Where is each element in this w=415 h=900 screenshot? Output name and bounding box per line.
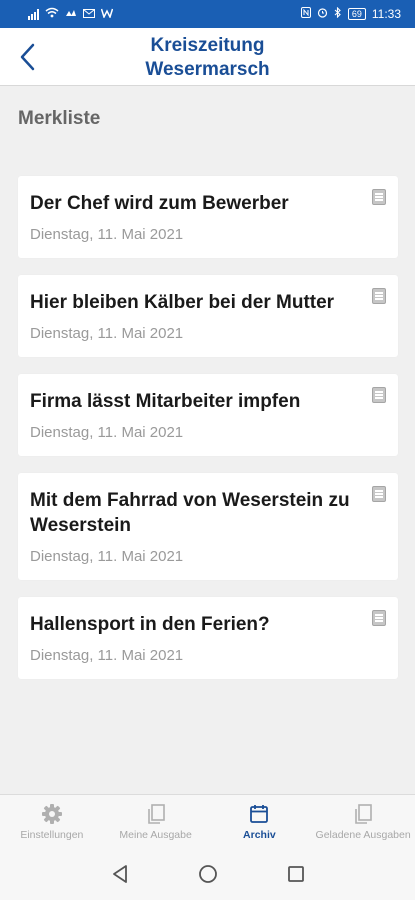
bluetooth-icon — [334, 6, 342, 21]
nav-meine-ausgabe[interactable]: Meine Ausgabe — [104, 795, 208, 848]
article-card[interactable]: Mit dem Fahrrad von Weserstein zu Wesers… — [18, 473, 398, 580]
battery-indicator: 69 — [347, 8, 366, 20]
bookmark-icon[interactable] — [372, 288, 386, 304]
article-title: Hallensport in den Ferien? — [30, 614, 270, 635]
wifi-icon — [45, 7, 59, 21]
article-card[interactable]: Firma lässt Mitarbeiter impfen Dienstag,… — [18, 374, 398, 456]
chevron-left-icon — [20, 43, 35, 71]
nav-label: Geladene Ausgaben — [315, 829, 411, 841]
bookmark-icon[interactable] — [372, 486, 386, 502]
mail-icon — [83, 7, 95, 21]
article-date: Dienstag, 11. Mai 2021 — [30, 325, 184, 342]
square-recents-icon — [287, 866, 304, 882]
section-title: Merkliste — [18, 108, 101, 129]
pages-icon — [352, 803, 374, 825]
nfc-icon — [300, 7, 311, 21]
nav-label: Meine Ausgabe — [119, 829, 192, 841]
nav-einstellungen[interactable]: Einstellungen — [0, 795, 104, 848]
calendar-icon — [248, 803, 270, 825]
gear-icon — [41, 803, 63, 825]
bookmark-icon[interactable] — [372, 189, 386, 205]
title-line-2: Wesermarsch — [145, 59, 270, 80]
article-title: Der Chef wird zum Bewerber — [30, 193, 289, 214]
system-recents-button[interactable] — [284, 862, 308, 886]
signal-icon — [28, 8, 39, 20]
article-date: Dienstag, 11. Mai 2021 — [30, 548, 184, 565]
back-button[interactable] — [10, 40, 44, 74]
w-app-icon — [100, 7, 114, 21]
nav-geladene-ausgaben[interactable]: Geladene Ausgaben — [311, 795, 415, 848]
article-title: Mit dem Fahrrad von Weserstein zu Wesers… — [30, 490, 350, 536]
triangle-back-icon — [112, 865, 127, 883]
bottom-navigation: Einstellungen Meine Ausgabe Archiv Gelad… — [0, 794, 415, 848]
app-header: Kreiszeitung Wesermarsch — [0, 28, 415, 86]
pages-icon — [145, 803, 167, 825]
system-home-button[interactable] — [196, 862, 220, 886]
status-time: 11:33 — [371, 7, 401, 21]
title-line-1: Kreiszeitung — [150, 35, 265, 56]
article-card[interactable]: Hier bleiben Kälber bei der Mutter Diens… — [18, 275, 398, 357]
article-title: Hier bleiben Kälber bei der Mutter — [30, 292, 335, 313]
article-card[interactable]: Der Chef wird zum Bewerber Dienstag, 11.… — [18, 176, 398, 258]
bookmark-list: Der Chef wird zum Bewerber Dienstag, 11.… — [18, 176, 398, 696]
nav-label: Archiv — [243, 829, 276, 841]
status-bar: 69 11:33 — [0, 0, 415, 28]
system-navigation — [0, 848, 415, 900]
article-title: Firma lässt Mitarbeiter impfen — [30, 391, 301, 412]
main-content: Merkliste Der Chef wird zum Bewerber Die… — [0, 86, 415, 794]
article-date: Dienstag, 11. Mai 2021 — [30, 424, 184, 441]
article-date: Dienstag, 11. Mai 2021 — [30, 226, 184, 243]
circle-home-icon — [198, 865, 217, 883]
page-title: Kreiszeitung Wesermarsch — [60, 34, 355, 82]
nav-label: Einstellungen — [20, 829, 84, 841]
bookmark-icon[interactable] — [372, 387, 386, 403]
alarm-icon — [317, 7, 328, 21]
article-card[interactable]: Hallensport in den Ferien? Dienstag, 11.… — [18, 597, 398, 679]
system-back-button[interactable] — [108, 862, 132, 886]
nav-archiv[interactable]: Archiv — [208, 795, 312, 848]
article-date: Dienstag, 11. Mai 2021 — [30, 647, 184, 664]
notification-icon — [65, 7, 77, 21]
bookmark-icon[interactable] — [372, 610, 386, 626]
